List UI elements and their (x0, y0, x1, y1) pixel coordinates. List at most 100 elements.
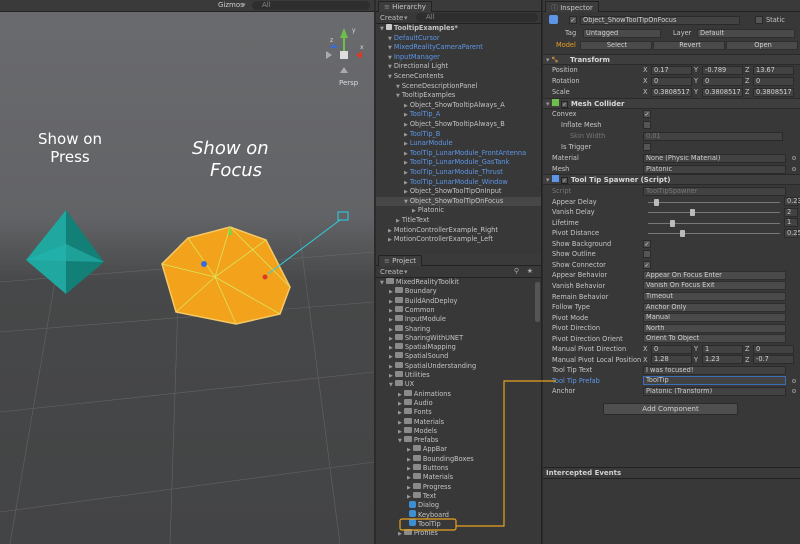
expand-arrow-icon[interactable]: ▶ (389, 373, 393, 379)
hierarchy-item[interactable]: ▶ MotionControllerExample_Right (376, 226, 541, 235)
project-item[interactable]: ▶ Profiles (376, 529, 541, 538)
vector-z-field[interactable]: 0 (753, 344, 794, 354)
slider-knob[interactable] (689, 209, 695, 217)
skin-width-field[interactable]: 0.01 (643, 131, 783, 141)
octahedron-press[interactable] (26, 210, 104, 294)
expand-arrow-icon[interactable]: ▶ (412, 208, 416, 214)
tooltip-text-field[interactable]: I was focused! (643, 365, 786, 375)
project-item[interactable]: ▶ Text (376, 491, 541, 501)
slider-knob[interactable] (654, 198, 660, 206)
inflate-mesh-checkbox[interactable] (643, 121, 651, 129)
hierarchy-search-input[interactable]: All (416, 13, 538, 22)
project-item[interactable]: ▶ SpatialMapping (376, 343, 541, 352)
persp-label[interactable]: Persp (339, 79, 359, 87)
project-item[interactable]: ▶ InputModule (376, 315, 541, 324)
expand-arrow-icon[interactable]: ▼ (396, 93, 400, 99)
hierarchy-item[interactable]: ▶ Platonic (376, 206, 541, 215)
project-item[interactable]: ▶ Common (376, 305, 541, 315)
vector-x-field[interactable]: 0 (651, 76, 692, 86)
hierarchy-item[interactable]: ▶ ToolTip_LunarModule_FrontAntenna (376, 149, 541, 158)
vector-y-field[interactable]: 1 (702, 344, 743, 354)
appear-delay-value[interactable]: 0.23 (784, 197, 800, 207)
expand-arrow-icon[interactable]: ▶ (404, 170, 408, 176)
project-item[interactable]: ▼ UX (376, 380, 541, 389)
appear-delay-slider[interactable] (648, 198, 780, 206)
project-create-button[interactable]: Create (380, 268, 403, 276)
tab-inspector[interactable]: ⓘ Inspector (545, 1, 599, 12)
expand-arrow-icon[interactable]: ▶ (389, 364, 393, 370)
expand-arrow-icon[interactable]: ▶ (389, 317, 393, 323)
expand-arrow-icon[interactable]: ▶ (407, 447, 411, 453)
hierarchy-item[interactable]: ▶ MotionControllerExample_Left (376, 235, 541, 244)
object-picker-icon[interactable] (792, 156, 796, 160)
project-item[interactable]: ▶ Materials (376, 473, 541, 482)
object-picker-icon[interactable] (792, 389, 796, 394)
project-item[interactable]: ▼ Prefabs (376, 436, 541, 445)
lifetime-value[interactable]: 1 (784, 218, 798, 228)
tab-hierarchy[interactable]: ≡ Hierarchy (378, 1, 432, 12)
expand-arrow-icon[interactable]: ▶ (404, 132, 408, 138)
expand-arrow-icon[interactable]: ▶ (404, 122, 408, 128)
expand-arrow-icon[interactable]: ▼ (380, 280, 384, 286)
select-button[interactable]: Select (580, 40, 652, 50)
open-button[interactable]: Open (726, 40, 798, 50)
slider-knob[interactable] (669, 219, 675, 227)
scene-canvas[interactable]: Persp y x z (0, 12, 374, 544)
show_outline-checkbox[interactable] (643, 250, 651, 259)
project-item[interactable]: ▶ Models (376, 426, 541, 436)
vector-y-field[interactable]: -0.789 (702, 65, 743, 75)
project-item[interactable]: ▶ AppBar (376, 445, 541, 454)
scene-search-input[interactable]: All (252, 1, 370, 10)
project-item[interactable]: ▶ Buttons (376, 464, 541, 473)
expand-arrow-icon[interactable]: ▶ (398, 420, 402, 426)
project-item[interactable]: ▶ Fonts (376, 408, 541, 417)
project-item[interactable]: ▶ Boundary (376, 287, 541, 296)
tooltip-spawner-header[interactable]: ▾ ✓ Tool Tip Spawner (Script) (543, 174, 800, 185)
expand-arrow-icon[interactable]: ▶ (388, 237, 392, 243)
vector-y-field[interactable]: 0.3808517 (702, 87, 743, 97)
mesh-field[interactable]: Platonic (643, 164, 786, 174)
vector-x-field[interactable]: 1.28 (651, 355, 692, 365)
project-item[interactable]: ▼ MixedRealityToolkit (376, 278, 541, 287)
expand-arrow-icon[interactable]: ▶ (404, 103, 408, 109)
hierarchy-item[interactable]: ▼ MixedRealityCameraParent (376, 43, 541, 52)
expand-arrow-icon[interactable]: ▶ (404, 160, 408, 166)
orientation-gizmo[interactable] (326, 28, 362, 73)
expand-arrow-icon[interactable]: ▶ (407, 466, 411, 472)
vector-z-field[interactable]: -0.7 (753, 355, 794, 365)
project-item[interactable]: ▶ BuildAndDeploy (376, 296, 541, 306)
project-item[interactable]: ▶ SpatialSound (376, 352, 541, 361)
hierarchy-item[interactable]: ▼ DefaultCursor (376, 34, 541, 43)
expand-arrow-icon[interactable]: ▶ (398, 392, 402, 398)
project-item[interactable]: ▶ SharingWithUNET (376, 333, 541, 343)
expand-arrow-icon[interactable]: ▶ (398, 531, 402, 537)
vanish-delay-value[interactable]: 2 (784, 207, 798, 217)
expand-arrow-icon[interactable]: ▼ (388, 55, 392, 61)
expand-arrow-icon[interactable]: ▼ (398, 438, 402, 444)
hierarchy-item[interactable]: ▶ Object_ShowTooltipAlways_A (376, 101, 541, 110)
revert-button[interactable]: Revert (653, 40, 725, 50)
project-item[interactable]: ▶ SpatialUnderstanding (376, 361, 541, 371)
script-field[interactable]: ToolTipSpawner (643, 186, 786, 196)
expand-arrow-icon[interactable]: ▶ (389, 345, 393, 351)
add-component-button[interactable]: Add Component (603, 403, 738, 415)
project-item[interactable]: Keyboard (376, 510, 541, 520)
expand-arrow-icon[interactable]: ▶ (404, 112, 408, 118)
pivot-distance-value[interactable]: 0.25 (784, 228, 800, 238)
transform-header[interactable]: ▾ ⤡ Transform (543, 54, 800, 65)
object-name-field[interactable]: Object_ShowToolTipOnFocus (580, 15, 740, 25)
lifetime-slider[interactable] (648, 219, 780, 227)
show_conn-checkbox[interactable]: ✓ (643, 260, 651, 269)
vector-x-field[interactable]: 0 (651, 344, 692, 354)
expand-arrow-icon[interactable]: ▶ (398, 401, 402, 407)
vector-y-field[interactable]: 1.23 (702, 355, 743, 365)
hierarchy-item[interactable]: ▶ ToolTip_LunarModule_Thrust (376, 168, 541, 177)
vanish-delay-slider[interactable] (648, 209, 780, 217)
show_bg-checkbox[interactable]: ✓ (643, 239, 651, 248)
hierarchy-item[interactable]: ▼ InputManager (376, 53, 541, 62)
expand-arrow-icon[interactable]: ▶ (407, 457, 411, 463)
material-field[interactable]: None (Physic Material) (643, 153, 786, 163)
hierarchy-item[interactable]: ▼ SceneContents (376, 72, 541, 81)
hierarchy-create-button[interactable]: Create (380, 14, 403, 22)
pivot_orient-dropdown[interactable]: Orient To Object (643, 334, 786, 344)
